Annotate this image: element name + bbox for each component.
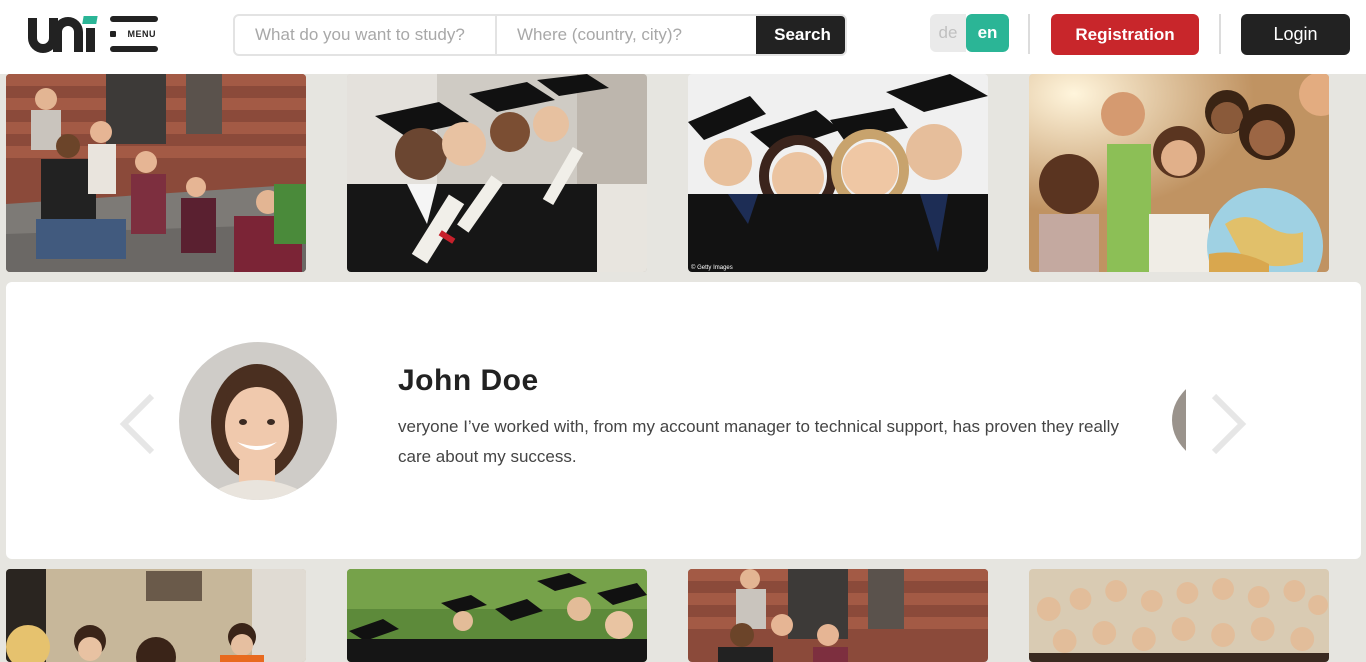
photo-students-steps[interactable]	[6, 74, 306, 272]
photo-students-steps-2[interactable]	[688, 569, 988, 662]
site-header: MENU Search de en Registration Login	[0, 0, 1366, 74]
registration-button[interactable]: Registration	[1051, 14, 1199, 55]
testimonial-avatar	[179, 342, 337, 500]
location-search-input[interactable]	[497, 16, 757, 54]
testimonial-text: veryone I’ve worked with, from my accoun…	[398, 417, 1119, 466]
menu-bar-top	[110, 16, 158, 22]
carousel-prev-arrow[interactable]	[118, 393, 158, 455]
svg-text:© Getty Images: © Getty Images	[691, 264, 733, 271]
language-switcher: de en	[930, 14, 1009, 52]
header-divider	[1219, 14, 1221, 54]
search-button[interactable]: Search	[756, 16, 845, 54]
testimonial-name: John Doe	[398, 364, 539, 397]
photo-students-classroom[interactable]	[6, 569, 306, 662]
study-search-input[interactable]	[235, 16, 495, 54]
photo-students-globe[interactable]	[1029, 74, 1329, 272]
language-en[interactable]: en	[966, 14, 1009, 52]
photo-graduates-lawn[interactable]	[347, 569, 647, 662]
menu-button[interactable]: MENU	[108, 16, 160, 52]
search-form: Search	[233, 14, 847, 56]
login-button[interactable]: Login	[1241, 14, 1350, 55]
photo-graduates-diplomas[interactable]	[347, 74, 647, 272]
language-de[interactable]: de	[930, 14, 966, 52]
menu-label: MENU	[108, 27, 160, 41]
uni-logo[interactable]	[26, 14, 98, 54]
next-testimonial-avatar-peek	[1172, 372, 1186, 468]
photo-group-students[interactable]	[1029, 569, 1329, 662]
menu-bar-bottom	[110, 46, 158, 52]
header-divider	[1028, 14, 1030, 54]
carousel-next-arrow[interactable]	[1208, 393, 1248, 455]
photo-graduates-smiling[interactable]: © Getty Images	[688, 74, 988, 272]
testimonial-carousel: John Doe veryone I’ve worked with, from …	[6, 282, 1361, 559]
